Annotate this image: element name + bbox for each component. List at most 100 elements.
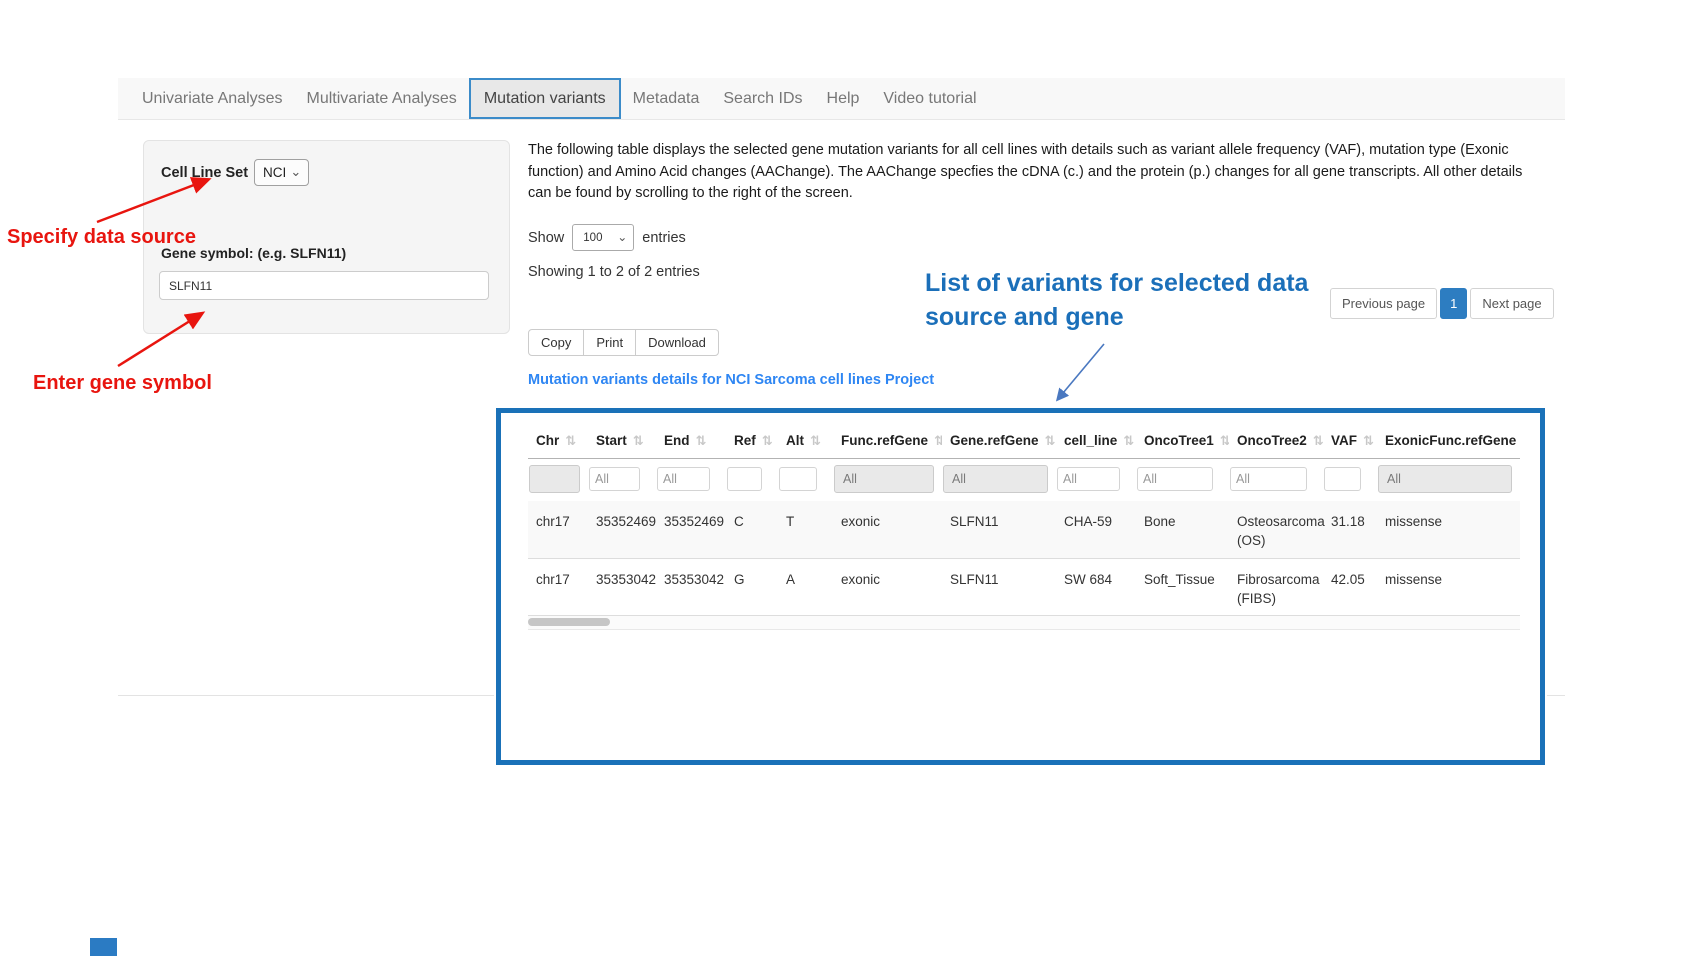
sort-icon[interactable]: ⇅ [1045, 433, 1056, 448]
column-filter-input[interactable] [1230, 467, 1307, 491]
filter-cell [528, 459, 588, 502]
next-page-button[interactable]: Next page [1470, 288, 1553, 319]
sort-icon[interactable]: ⇅ [633, 433, 644, 448]
sort-icon[interactable]: ⇅ [696, 433, 707, 448]
table-cell: C [726, 501, 778, 558]
column-header-label: ExonicFunc.refGene [1385, 433, 1516, 448]
cell-line-set-select[interactable]: NCI ⌄ [254, 159, 309, 186]
column-header-vaf[interactable]: VAF ⇅ [1323, 424, 1377, 459]
show-label: Show [528, 230, 564, 246]
annotation-list-of-variants: List of variants for selected data sourc… [925, 266, 1308, 334]
sort-icon[interactable]: ⇅ [1363, 433, 1374, 448]
column-filter-select[interactable]: All [1378, 465, 1512, 493]
column-header-label: Start [596, 433, 627, 448]
copy-button[interactable]: Copy [528, 329, 584, 356]
annotation-specify-data-source: Specify data source [7, 226, 196, 249]
variants-table-container: Chr⇅Start⇅End⇅Ref⇅Alt⇅Func.refGene⇅Gene.… [528, 424, 1520, 630]
gene-symbol-input[interactable] [159, 271, 489, 300]
column-header-func-refgene[interactable]: Func.refGene ⇅ [833, 424, 942, 459]
column-header-cell-line[interactable]: cell_line⇅ [1056, 424, 1136, 459]
sort-icon[interactable]: ⇅ [1123, 433, 1134, 448]
table-cell: missense [1377, 558, 1520, 615]
tab-help[interactable]: Help [815, 78, 872, 119]
table-cell: chr17 [528, 501, 588, 558]
annotation-enter-gene-symbol: Enter gene symbol [33, 372, 212, 395]
tab-multivariate-analyses[interactable]: Multivariate Analyses [295, 78, 469, 119]
column-header-oncotree1[interactable]: OncoTree1 ⇅ [1136, 424, 1229, 459]
sort-icon[interactable]: ⇅ [934, 433, 942, 448]
horizontal-scrollbar [528, 615, 1520, 630]
column-header-oncotree2[interactable]: OncoTree2⇅ [1229, 424, 1323, 459]
column-header-label: OncoTree1 [1144, 433, 1214, 448]
sidebar-panel: Cell Line Set NCI ⌄ Gene symbol: (e.g. S… [143, 140, 510, 334]
scrollbar-thumb[interactable] [528, 618, 610, 626]
table-cell: A [778, 558, 833, 615]
filter-cell [1136, 459, 1229, 502]
column-filter-input[interactable] [727, 467, 762, 491]
current-page-button[interactable]: 1 [1440, 288, 1467, 319]
tab-video-tutorial[interactable]: Video tutorial [871, 78, 988, 119]
table-cell: chr17 [528, 558, 588, 615]
table-cell: G [726, 558, 778, 615]
filter-cell [1229, 459, 1323, 502]
download-button[interactable]: Download [635, 329, 719, 356]
sort-icon[interactable]: ⇅ [762, 433, 773, 448]
table-cell: Bone [1136, 501, 1229, 558]
page-length-select[interactable]: 100 ⌄ [572, 224, 634, 251]
column-header-chr[interactable]: Chr ⇅ [528, 424, 588, 459]
column-header-label: End [664, 433, 690, 448]
table-cell: T [778, 501, 833, 558]
tab-mutation-variants[interactable]: Mutation variants [469, 78, 621, 119]
column-header-end[interactable]: End ⇅ [656, 424, 726, 459]
column-header-exonicfunc-refgene[interactable]: ExonicFunc.refGene⇅ [1377, 424, 1520, 459]
table-cell: Osteosarcoma (OS) [1229, 501, 1323, 558]
table-cell: CHA-59 [1056, 501, 1136, 558]
column-header-label: Func.refGene [841, 433, 928, 448]
sort-icon[interactable]: ⇅ [1220, 433, 1229, 448]
table-cell: 35352469 [588, 501, 656, 558]
column-filter-input[interactable] [1137, 467, 1213, 491]
table-cell: 31.18 [1323, 501, 1377, 558]
table-cell: 42.05 [1323, 558, 1377, 615]
sort-icon[interactable]: ⇅ [810, 433, 821, 448]
column-filter-input[interactable] [1057, 467, 1120, 491]
sort-icon[interactable]: ⇅ [565, 433, 576, 448]
filter-row: All All All [528, 459, 1520, 502]
showing-entries-status: Showing 1 to 2 of 2 entries [528, 264, 700, 280]
column-header-gene-refgene[interactable]: Gene.refGene⇅ [942, 424, 1056, 459]
column-filter-select[interactable]: All [943, 465, 1048, 493]
header-row: Chr⇅Start⇅End⇅Ref⇅Alt⇅Func.refGene⇅Gene.… [528, 424, 1520, 459]
cut-off-blue-artifact [90, 938, 117, 956]
table-row[interactable]: chr173535304235353042GAexonicSLFN11SW 68… [528, 558, 1520, 615]
column-header-label: VAF [1331, 433, 1357, 448]
column-header-ref[interactable]: Ref⇅ [726, 424, 778, 459]
column-header-start[interactable]: Start ⇅ [588, 424, 656, 459]
column-filter-input[interactable] [589, 467, 640, 491]
tab-metadata[interactable]: Metadata [621, 78, 712, 119]
tab-univariate-analyses[interactable]: Univariate Analyses [130, 78, 295, 119]
print-button[interactable]: Print [583, 329, 636, 356]
table-description: The following table displays the selecte… [528, 140, 1526, 205]
tab-search-ids[interactable]: Search IDs [711, 78, 814, 119]
table-title-link[interactable]: Mutation variants details for NCI Sarcom… [528, 372, 934, 388]
variants-table: Chr⇅Start⇅End⇅Ref⇅Alt⇅Func.refGene⇅Gene.… [528, 424, 1520, 615]
filter-cell [726, 459, 778, 502]
chevron-down-icon: ⌄ [290, 164, 301, 180]
column-filter-select[interactable]: All [834, 465, 934, 493]
content-divider-left [118, 695, 494, 696]
column-header-label: Chr [536, 433, 559, 448]
filter-cell [1056, 459, 1136, 502]
column-filter-input[interactable] [1324, 467, 1361, 491]
previous-page-button[interactable]: Previous page [1330, 288, 1437, 319]
table-cell: Soft_Tissue [1136, 558, 1229, 615]
column-header-alt[interactable]: Alt⇅ [778, 424, 833, 459]
sort-icon[interactable]: ⇅ [1313, 433, 1323, 448]
column-filter-select[interactable] [529, 465, 580, 493]
table-row[interactable]: chr173535246935352469CTexonicSLFN11CHA-5… [528, 501, 1520, 558]
filter-cell [778, 459, 833, 502]
table-cell: SLFN11 [942, 558, 1056, 615]
column-filter-input[interactable] [779, 467, 817, 491]
column-filter-input[interactable] [657, 467, 710, 491]
cell-line-set-value: NCI [263, 165, 286, 180]
page-length-value: 100 [583, 232, 602, 244]
